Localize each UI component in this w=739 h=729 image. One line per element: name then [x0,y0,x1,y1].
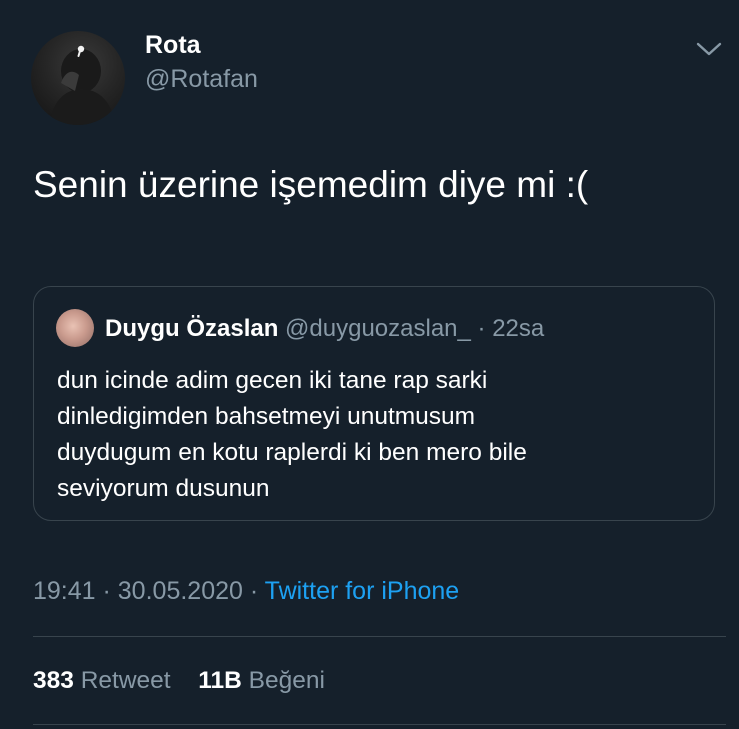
retweets-stat[interactable]: 383 Retweet [33,667,171,694]
quoted-author-handle: @duyguozaslan_ [285,315,471,342]
retweets-label: Retweet [80,667,171,694]
quoted-separator: · [470,315,493,342]
quoted-text-line: dinledigimden bahsetmeyi unutmusum [57,403,476,430]
tweet-text: Senin üzerine işemedim diye mi :( [33,164,589,205]
quoted-author-avatar [56,309,94,347]
tweet-detail: Rota @Rotafan Senin üzerine işemedim diy… [0,0,739,729]
quoted-tweet-text: dun icinde adim gecen iki tane rap sarki… [57,363,697,507]
author-name[interactable]: Rota [145,31,201,59]
quoted-tweet-card[interactable]: Duygu Özaslan @duyguozaslan_ · 22sa dun … [33,286,715,521]
author-avatar-image [49,45,115,125]
meta-separator: · [95,577,118,605]
tweet-date: 30.05.2020 [117,577,243,605]
likes-label: Beğeni [248,667,325,694]
likes-stat[interactable]: 11B Beğeni [198,667,325,694]
quoted-text-line: duydugum en kotu raplerdi ki ben mero bi… [57,439,527,466]
chevron-down-icon[interactable] [694,36,724,62]
quoted-tweet-time: 22sa [492,315,545,342]
likes-count: 11B [198,667,242,694]
tweet-time: 19:41 [33,577,96,605]
tweet-source-link[interactable]: Twitter for iPhone [265,577,460,605]
tweet-stats: 383 Retweet 11B Beğeni [33,664,325,698]
quoted-text-line: seviyorum dusunun [57,475,270,502]
meta-separator: · [242,577,265,605]
quoted-author-name: Duygu Özaslan [105,315,279,342]
retweets-count: 383 [33,667,74,694]
quoted-tweet-header: Duygu Özaslan @duyguozaslan_ · 22sa [105,315,544,343]
author-avatar[interactable] [31,31,125,125]
quoted-text-line: dun icinde adim gecen iki tane rap sarki [57,367,488,394]
tweet-meta: 19:41 · 30.05.2020 · Twitter for iPhone [33,574,459,608]
author-handle[interactable]: @Rotafan [145,65,258,93]
divider [33,636,726,637]
divider [33,724,726,725]
